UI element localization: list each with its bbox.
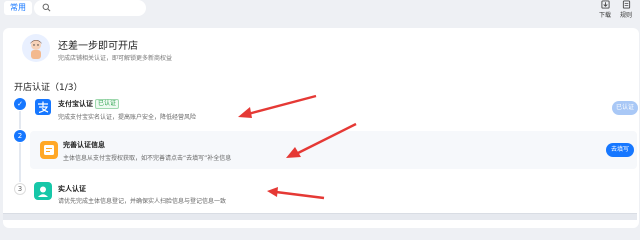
step-1-label: 支付宝认证	[58, 100, 93, 108]
top-bar: 常用 下载 规则	[0, 0, 640, 22]
annotation-arrow-2	[286, 122, 357, 158]
download-icon	[600, 0, 610, 9]
rules-label: 规则	[619, 12, 632, 19]
download-button[interactable]: 下载	[596, 0, 614, 19]
rules-button[interactable]: 规则	[617, 0, 635, 19]
step-3-number: 3	[14, 183, 26, 195]
alipay-verified-button[interactable]: 已认证	[612, 101, 638, 115]
search-icon	[42, 3, 51, 12]
verified-badge: 已认证	[95, 99, 120, 109]
info-form-icon	[40, 141, 58, 159]
step-3-desc: 请优先完成主体信息登记，并确保实人扫脸信息与登记信息一致	[58, 198, 227, 205]
step-1-check-icon: ✓	[14, 98, 26, 110]
rules-icon	[622, 0, 630, 9]
mascot-icon	[30, 40, 42, 59]
step-2-label: 完善认证信息	[63, 141, 105, 149]
section-title: 开店认证（1/3）	[14, 83, 83, 93]
fill-info-button[interactable]: 去填写	[606, 143, 634, 157]
step-2-number: 2	[14, 130, 26, 142]
step-1-desc: 完成支付宝实名认证，提高账户安全，降低经营风险	[58, 114, 197, 121]
step-3-label: 实人认证	[58, 185, 86, 193]
download-label: 下载	[598, 12, 611, 19]
annotation-arrow-3	[267, 187, 325, 200]
step-2-desc: 主体信息从支付宝授权获取，如不完善请点击“去填写”补全信息	[63, 155, 232, 162]
face-verify-icon	[34, 182, 52, 200]
search-input[interactable]	[34, 0, 146, 16]
tab-common[interactable]: 常用	[4, 1, 32, 15]
mascot-avatar	[22, 34, 50, 62]
banner: 还差一步即可开店 完成店铺相关认证，即可解锁更多新商权益	[18, 34, 618, 68]
stepper-line	[19, 143, 21, 182]
step-face-verify: 实人认证 请优先完成主体信息登记，并确保实人扫脸信息与登记信息一致	[30, 179, 630, 209]
annotation-arrow-1	[238, 94, 317, 118]
bottom-scrollbar[interactable]	[3, 213, 637, 220]
banner-subtitle: 完成店铺相关认证，即可解锁更多新商权益	[58, 55, 173, 62]
stepper-line	[19, 111, 21, 129]
banner-title: 还差一步即可开店	[58, 41, 138, 52]
alipay-icon	[34, 98, 52, 116]
